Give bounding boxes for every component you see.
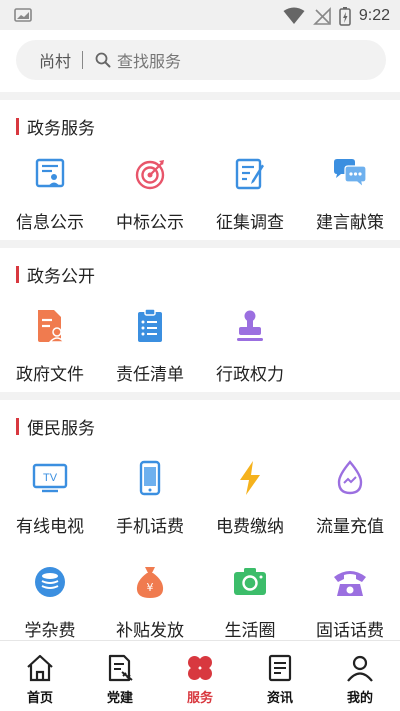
battery-charging-icon — [339, 7, 351, 26]
service-label: 有线电视 — [16, 517, 84, 537]
tab-label: 服务 — [186, 691, 213, 706]
service-cable-tv[interactable]: TV 有线电视 — [0, 458, 100, 537]
clipboard-list-icon — [138, 308, 162, 342]
service-label: 固话话费 — [316, 621, 384, 641]
section-convenience-services: 便民服务 TV 有线电视 手机话费 电费缴纳 流量充值 学杂费 ¥ 补贴发放 生… — [0, 400, 400, 641]
service-administrative-power[interactable]: 行政权力 — [200, 306, 300, 385]
telephone-icon — [334, 571, 366, 596]
info-board-icon — [35, 158, 65, 188]
target-icon — [135, 160, 165, 190]
section-government-disclosure: 政务公开 政府文件 责任清单 行政权力 — [0, 248, 400, 392]
status-time: 9:22 — [358, 7, 390, 24]
section-title-text: 政务服务 — [27, 119, 95, 139]
tab-label: 党建 — [106, 691, 133, 706]
chat-bubbles-icon — [334, 159, 367, 189]
service-bid-publicity[interactable]: 中标公示 — [100, 154, 200, 233]
survey-form-icon — [235, 158, 264, 190]
section-title: 便民服务 — [16, 414, 95, 439]
service-label: 责任清单 — [116, 365, 184, 385]
image-notification-icon — [14, 8, 32, 22]
service-mobile-bill[interactable]: 手机话费 — [100, 458, 200, 537]
service-label: 信息公示 — [16, 213, 84, 233]
svg-text:TV: TV — [43, 472, 58, 484]
lightning-icon — [240, 461, 260, 495]
search-bar[interactable]: 尚村 查找服务 — [16, 40, 386, 80]
section-title: 政务服务 — [16, 114, 95, 139]
tab-news[interactable]: 资讯 — [240, 641, 320, 711]
search-input[interactable]: 查找服务 — [117, 48, 181, 72]
service-label: 建言献策 — [316, 213, 384, 233]
wifi-icon — [283, 7, 305, 24]
section-government-services: 政务服务 信息公示 中标公示 征集调查 建言献策 — [0, 100, 400, 240]
service-label: 政府文件 — [16, 365, 84, 385]
section-accent-bar — [16, 266, 19, 283]
home-icon — [27, 654, 53, 682]
data-drop-icon — [337, 460, 363, 495]
service-tuition[interactable]: 学杂费 — [0, 562, 100, 641]
tab-label: 我的 — [346, 691, 373, 706]
service-label: 行政权力 — [216, 365, 284, 385]
tab-label: 首页 — [26, 691, 53, 706]
profile-icon — [347, 655, 373, 682]
tv-icon: TV — [32, 463, 68, 493]
mobile-phone-icon — [139, 460, 161, 496]
section-accent-bar — [16, 418, 19, 435]
section-title: 政务公开 — [16, 262, 95, 287]
service-responsibility-list[interactable]: 责任清单 — [100, 306, 200, 385]
tab-party-building[interactable]: 党建 — [80, 641, 160, 711]
svg-text:¥: ¥ — [147, 581, 154, 594]
service-government-files[interactable]: 政府文件 — [0, 306, 100, 385]
bottom-tab-bar: 首页 党建 服务 资讯 我的 — [0, 640, 400, 711]
tab-services[interactable]: 服务 — [160, 641, 240, 711]
section-title-text: 便民服务 — [27, 419, 95, 439]
tab-home[interactable]: 首页 — [0, 641, 80, 711]
government-file-icon — [38, 310, 66, 343]
service-electricity[interactable]: 电费缴纳 — [200, 458, 300, 537]
no-signal-icon — [312, 7, 331, 25]
status-bar: 9:22 — [0, 0, 400, 30]
section-accent-bar — [16, 118, 19, 135]
service-grid-icon — [188, 656, 212, 680]
service-label: 补贴发放 — [116, 621, 184, 641]
news-icon — [268, 654, 292, 682]
service-life-circle[interactable]: 生活圈 — [200, 562, 300, 641]
party-doc-icon — [108, 654, 133, 682]
service-survey[interactable]: 征集调查 — [200, 154, 300, 233]
location-selector[interactable]: 尚村 — [39, 48, 71, 72]
service-label: 学杂费 — [24, 621, 76, 641]
service-subsidy[interactable]: ¥ 补贴发放 — [100, 562, 200, 641]
service-label: 电费缴纳 — [216, 517, 284, 537]
camera-icon — [234, 568, 266, 595]
service-label: 中标公示 — [116, 213, 184, 233]
service-data-topup[interactable]: 流量充值 — [300, 458, 400, 537]
service-suggestions[interactable]: 建言献策 — [300, 154, 400, 233]
service-landline-bill[interactable]: 固话话费 — [300, 562, 400, 641]
coin-stack-icon — [35, 567, 65, 597]
search-header: 尚村 查找服务 — [0, 30, 400, 92]
service-label: 流量充值 — [316, 517, 384, 537]
service-label: 手机话费 — [116, 517, 184, 537]
service-info-publicity[interactable]: 信息公示 — [0, 154, 100, 233]
seal-stamp-icon — [237, 310, 263, 341]
service-label: 征集调查 — [216, 213, 284, 233]
search-divider — [82, 51, 84, 69]
money-bag-icon: ¥ — [136, 567, 164, 598]
section-title-text: 政务公开 — [27, 267, 95, 287]
service-label: 生活圈 — [224, 621, 276, 641]
search-icon — [95, 52, 111, 68]
tab-label: 资讯 — [266, 691, 293, 706]
tab-profile[interactable]: 我的 — [320, 641, 400, 711]
